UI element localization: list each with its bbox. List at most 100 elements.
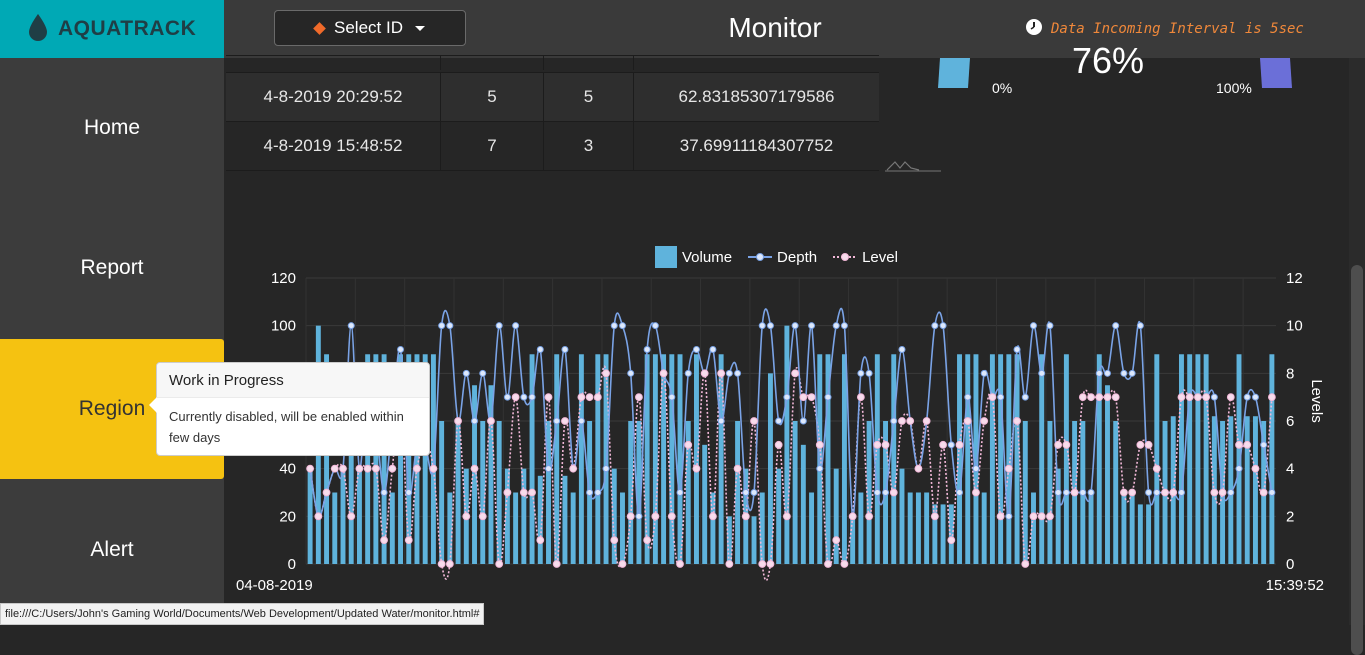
point-depth [553,417,561,425]
bar-volume [1195,354,1201,564]
point-level [1259,488,1268,497]
bar-volume [998,354,1004,564]
bar-volume [570,492,576,564]
point-level [1013,417,1021,425]
point-depth [1095,369,1103,377]
chevron-down-icon [414,25,425,31]
bar-volume [1113,421,1119,564]
point-level [972,488,980,497]
bar-volume [899,468,905,564]
bar-volume [562,475,568,564]
interval-indicator: Data Incoming Interval is 5sec [1025,18,1304,40]
select-id-dropdown[interactable]: Select ID [274,10,466,46]
point-depth [832,322,840,330]
point-depth [668,393,676,401]
point-depth [1136,322,1144,330]
point-depth [446,322,454,330]
point-depth [618,322,626,330]
bar-volume [1154,354,1160,564]
point-depth [1128,369,1136,377]
point-level [528,488,536,497]
point-level [404,536,413,545]
sidebar-item-home[interactable]: Home [0,58,224,198]
table-cell-a: 5 [441,73,544,121]
point-level [1144,440,1153,449]
point-level [602,369,610,378]
y-right-tick-label: 2 [1286,508,1294,525]
bar-volume [554,354,560,564]
point-level [856,393,865,402]
legend-volume[interactable]: Volume [655,246,732,268]
legend-depth[interactable]: Depth [748,249,817,266]
legend-swatch-depth [748,253,773,261]
point-depth [816,465,824,473]
point-depth [791,322,799,330]
point-level [939,440,947,449]
page-title: Monitor [728,12,822,43]
bar-volume [389,492,395,564]
gauge-value: 76% [1072,40,1145,81]
point-level [1226,393,1235,402]
point-level [684,440,693,449]
scrollbar-thumb[interactable] [1351,265,1363,655]
legend-level[interactable]: Level [833,249,898,266]
point-depth [627,369,635,377]
bar-volume [702,444,708,564]
point-level [930,512,939,521]
point-depth [972,465,980,473]
point-level [963,417,972,425]
point-level [676,560,684,568]
point-depth [405,489,413,496]
point-level [1169,488,1178,497]
point-level [1087,393,1095,402]
point-level [593,393,602,402]
bar-volume [759,492,765,564]
point-depth [561,346,569,353]
bar-volume [989,354,995,564]
point-depth [1046,322,1054,330]
point-level [643,536,652,545]
bar-volume [1269,354,1275,564]
point-level [881,440,890,449]
point-depth [1153,489,1161,496]
point-level [388,464,397,473]
point-depth [635,512,643,520]
bar-volume [792,421,798,564]
point-depth [692,346,700,353]
point-level [1243,440,1252,449]
brand-logo[interactable]: AQUATRACK [0,0,224,58]
interval-text: Data Incoming Interval is 5sec [1051,21,1304,37]
point-depth [577,417,585,425]
point-level [824,560,832,568]
status-bar-url: file:///C:/Users/John's Gaming World/Doc… [0,603,485,625]
point-level [569,464,578,473]
point-level [429,464,438,473]
y-left-tick-label: 0 [288,556,296,573]
point-depth [520,393,528,401]
point-level [347,512,356,521]
sidebar-item-report[interactable]: Report [0,198,224,338]
table-cell-a: 7 [441,122,544,170]
point-depth [651,322,659,330]
point-depth [471,417,479,425]
point-depth [1210,393,1218,401]
bar-volume [595,354,601,564]
point-level [339,464,347,473]
point-level [635,393,643,402]
point-level [1235,440,1243,449]
point-depth [495,322,503,330]
point-depth [462,369,470,377]
bar-volume [841,354,847,564]
bar-volume [513,492,519,564]
point-level [1095,393,1104,402]
point-level [840,560,849,568]
point-depth [536,346,544,353]
bar-volume [652,354,658,564]
bar-volume [1047,421,1053,564]
page-scrollbar[interactable] [1349,58,1365,655]
point-level [1185,393,1194,402]
sidebar-item-alert[interactable]: Alert [0,480,224,620]
bar-volume [981,492,987,564]
point-depth [997,393,1005,401]
point-depth [545,465,552,473]
